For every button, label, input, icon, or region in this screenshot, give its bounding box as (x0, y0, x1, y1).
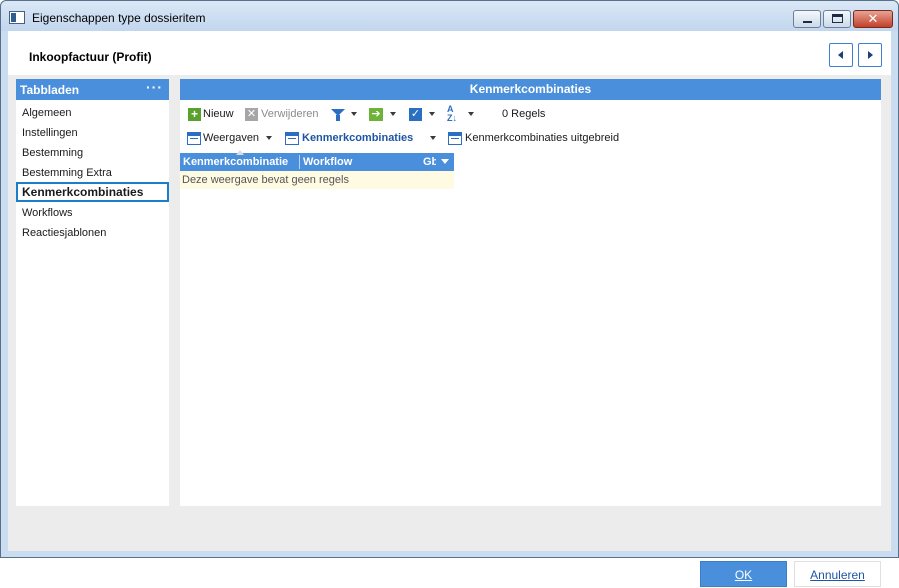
dialog-window: Eigenschappen type dossieritem ✕ Inkoopf… (0, 0, 899, 587)
page-title: Inkoopfactuur (Profit) (29, 50, 152, 64)
row-count: 0 Regels (502, 108, 546, 120)
sidebar-item-algemeen[interactable]: Algemeen (16, 103, 169, 123)
current-view-button[interactable]: Kenmerkcombinaties (302, 128, 413, 148)
previous-button[interactable] (829, 43, 853, 67)
minimize-button[interactable] (793, 10, 821, 28)
column-header-workflow[interactable]: Workflow (303, 153, 418, 171)
ok-button-label: OK (734, 568, 753, 582)
sort-az-icon[interactable]: A Z↓ (447, 105, 463, 123)
views-icon[interactable] (187, 132, 201, 145)
main-panel: Kenmerkcombinaties + Nieuw ✕ Verwijderen… (180, 79, 881, 506)
data-grid: Kenmerkcombinatie Workflow Gb Deze weerg… (180, 150, 454, 189)
column-header-gb[interactable]: Gb (423, 153, 436, 171)
chevron-down-icon[interactable] (390, 112, 396, 116)
filter-icon[interactable] (331, 109, 345, 121)
chevron-down-icon[interactable] (351, 112, 357, 116)
sidebar-item-workflows[interactable]: Workflows (16, 203, 169, 223)
dialog-client: Inkoopfactuur (Profit) Tabbladen ··· Alg… (8, 31, 891, 587)
new-button[interactable]: Nieuw (203, 104, 234, 124)
view-list-icon (285, 132, 299, 145)
sidebar-item-bestemming-extra[interactable]: Bestemming Extra (16, 163, 169, 183)
plus-icon[interactable]: + (188, 108, 201, 121)
chevron-left-icon (838, 51, 843, 59)
checkbox-icon[interactable]: ✓ (409, 108, 422, 121)
chevron-down-icon[interactable] (430, 136, 436, 140)
chevron-down-icon[interactable] (429, 112, 435, 116)
content-area: Tabbladen ··· Algemeen Instellingen Best… (8, 75, 891, 587)
next-button[interactable] (858, 43, 882, 67)
sidebar-item-kenmerkcombinaties[interactable]: Kenmerkcombinaties (16, 182, 169, 202)
sidebar-title: Tabbladen (20, 83, 80, 97)
chevron-down-icon[interactable] (266, 136, 272, 140)
delete-icon[interactable]: ✕ (245, 108, 258, 121)
title-bar[interactable]: Eigenschappen type dossieritem ✕ (1, 1, 898, 31)
maximize-icon (832, 14, 843, 23)
column-separator[interactable] (299, 155, 300, 169)
chevron-right-icon (868, 51, 873, 59)
ok-button[interactable]: OK (700, 561, 787, 587)
close-button[interactable]: ✕ (853, 10, 893, 28)
minimize-icon (803, 21, 812, 23)
sidebar-item-instellingen[interactable]: Instellingen (16, 123, 169, 143)
extended-view-button[interactable]: Kenmerkcombinaties uitgebreid (465, 128, 619, 148)
cancel-button[interactable]: Annuleren (794, 561, 881, 587)
toolbar-views: Weergaven Kenmerkcombinaties Kenmerkcomb… (180, 128, 881, 148)
toolbar-actions: + Nieuw ✕ Verwijderen ➔ ✓ A Z↓ 0 Regels (180, 104, 881, 124)
sidebar-item-bestemming[interactable]: Bestemming (16, 143, 169, 163)
arrow-right-icon[interactable]: ➔ (369, 108, 383, 121)
column-chooser-icon[interactable] (441, 159, 449, 164)
views-button[interactable]: Weergaven (203, 128, 259, 148)
view-list-icon (448, 132, 462, 145)
sidebar-item-reactiesjablonen[interactable]: Reactiesjablonen (16, 223, 169, 243)
ellipsis-icon[interactable]: ··· (146, 79, 163, 95)
window-title: Eigenschappen type dossieritem (32, 11, 206, 25)
grid-header: Kenmerkcombinatie Workflow Gb (180, 150, 454, 172)
app-icon (9, 11, 25, 24)
column-header-kenmerkcombinatie[interactable]: Kenmerkcombinatie (183, 153, 298, 171)
main-title: Kenmerkcombinaties (180, 79, 881, 100)
empty-grid-message: Deze weergave bevat geen regels (180, 171, 454, 189)
sidebar-header: Tabbladen ··· (16, 79, 169, 100)
delete-button[interactable]: Verwijderen (261, 104, 318, 124)
cancel-button-label: Annuleren (810, 568, 865, 582)
sidebar: Tabbladen ··· Algemeen Instellingen Best… (16, 79, 169, 506)
chevron-down-icon[interactable] (468, 112, 474, 116)
maximize-button[interactable] (823, 10, 851, 28)
close-icon: ✕ (867, 11, 879, 26)
